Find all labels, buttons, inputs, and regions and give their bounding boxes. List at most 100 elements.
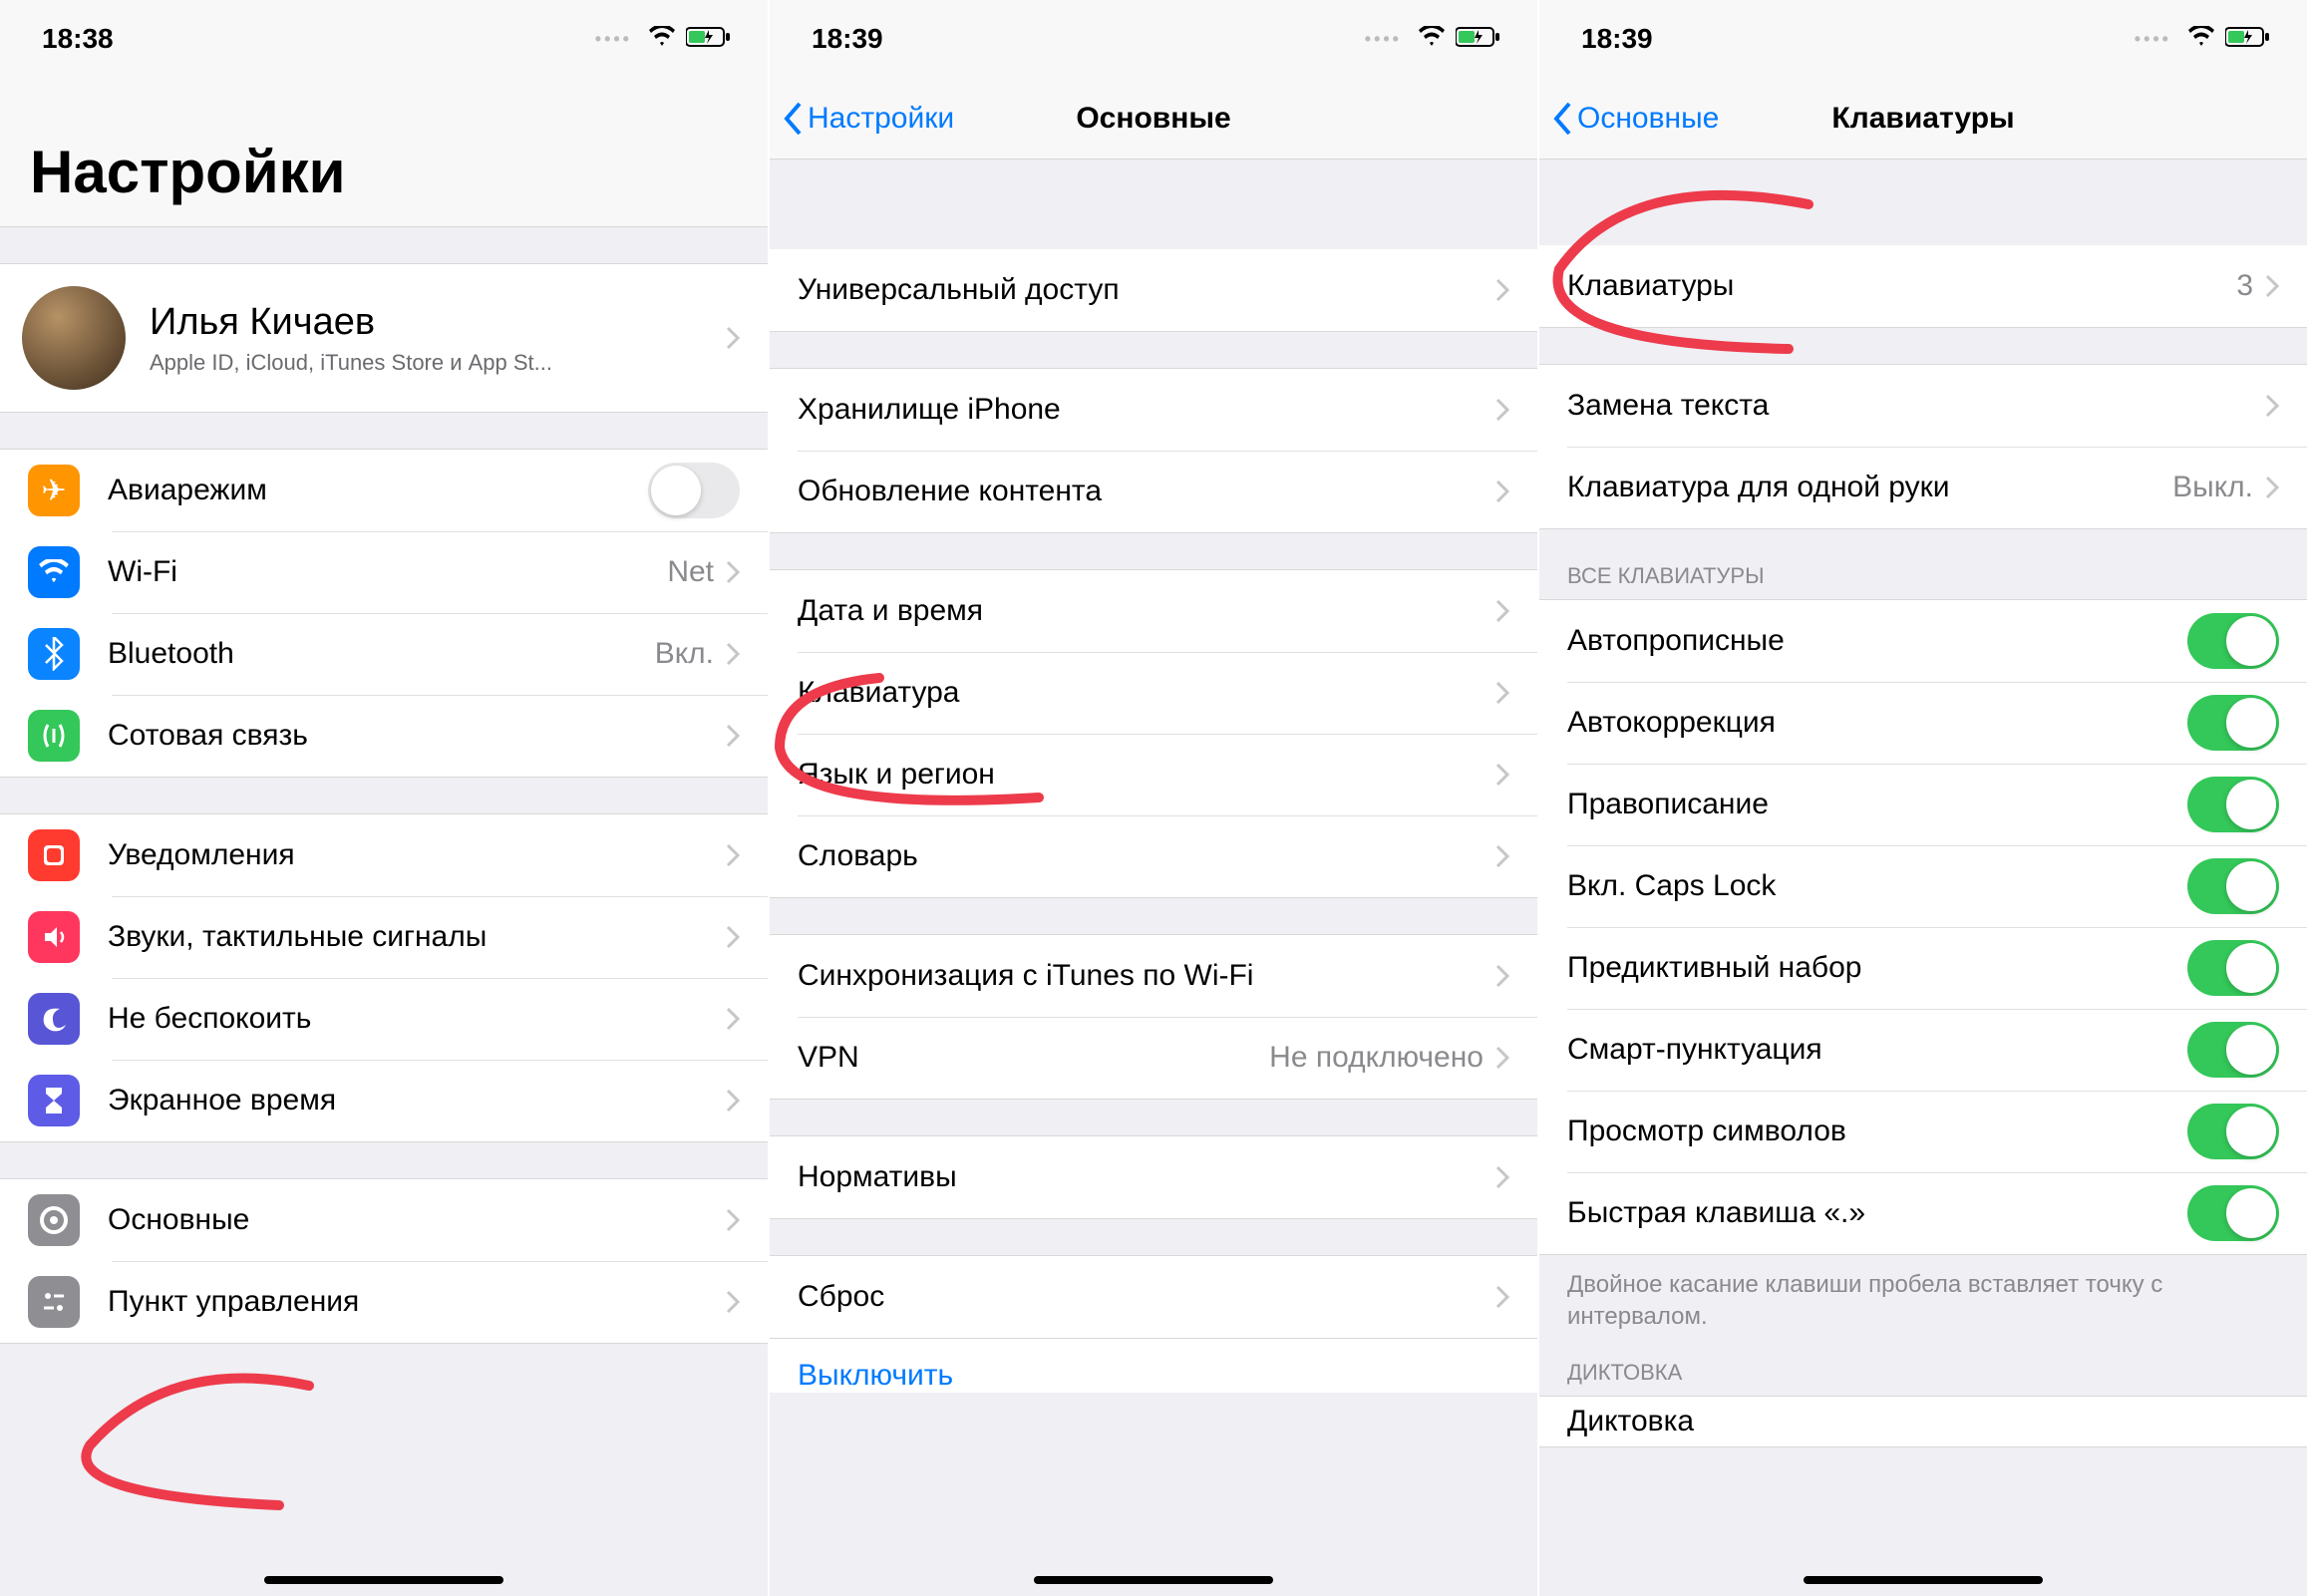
sliders-icon xyxy=(28,1276,80,1328)
chevron-right-icon xyxy=(726,326,740,350)
chevron-left-icon xyxy=(782,101,804,137)
chevron-right-icon xyxy=(1495,278,1509,302)
dictation-row[interactable]: Диктовка xyxy=(1539,1397,2307,1446)
status-time: 18:39 xyxy=(1581,23,1653,55)
battery-icon xyxy=(1456,23,1501,55)
shortcut-toggle[interactable] xyxy=(2187,1185,2279,1241)
general-row[interactable]: Основные xyxy=(0,1179,768,1261)
notifications-row[interactable]: Уведомления xyxy=(0,814,768,896)
background-refresh-row[interactable]: Обновление контента xyxy=(770,451,1537,532)
sounds-row[interactable]: Звуки, тактильные сигналы xyxy=(0,896,768,978)
spell-toggle[interactable] xyxy=(2187,777,2279,832)
chevron-right-icon xyxy=(726,560,740,584)
dnd-row[interactable]: Не беспокоить xyxy=(0,978,768,1060)
spell-row[interactable]: Правописание xyxy=(1539,764,2307,845)
chevron-right-icon xyxy=(726,843,740,867)
capslock-row[interactable]: Вкл. Caps Lock xyxy=(1539,845,2307,927)
screen-settings: 18:38 •••• Настройки Илья Кичаев Apple I… xyxy=(0,0,770,1596)
storage-row[interactable]: Хранилище iPhone xyxy=(770,369,1537,451)
cellular-dots-icon: •••• xyxy=(1365,29,1402,50)
chevron-right-icon xyxy=(1495,479,1509,503)
predictive-row[interactable]: Предиктивный набор xyxy=(1539,927,2307,1009)
nav-bar: Настройки Основные xyxy=(770,78,1537,160)
chevron-right-icon xyxy=(1495,1285,1509,1309)
screentime-row[interactable]: Экранное время xyxy=(0,1060,768,1141)
moon-icon xyxy=(28,993,80,1045)
keyboards-row[interactable]: Клавиатуры 3 xyxy=(1539,245,2307,327)
autocorrect-toggle[interactable] xyxy=(2187,695,2279,751)
all-keyboards-header: ВСЕ КЛАВИАТУРЫ xyxy=(1539,529,2307,599)
airplane-row[interactable]: ✈ Авиарежим xyxy=(0,450,768,531)
predictive-label: Предиктивный набор xyxy=(1567,951,2187,985)
spell-label: Правописание xyxy=(1567,788,2187,821)
shutdown-link[interactable]: Выключить xyxy=(770,1339,1537,1393)
bluetooth-row[interactable]: Bluetooth Вкл. xyxy=(0,613,768,695)
predictive-toggle[interactable] xyxy=(2187,940,2279,996)
autocorrect-row[interactable]: Автокоррекция xyxy=(1539,682,2307,764)
accessibility-label: Универсальный доступ xyxy=(798,273,1495,307)
cellular-icon xyxy=(28,710,80,762)
dictation-label: Диктовка xyxy=(1567,1405,2279,1438)
vpn-label: VPN xyxy=(798,1041,1269,1075)
keyboards-value: 3 xyxy=(2236,269,2253,303)
airplane-toggle[interactable] xyxy=(648,463,740,518)
keyboard-row[interactable]: Клавиатура xyxy=(770,652,1537,734)
screen-general: 18:39 •••• Настройки Основные Универсаль… xyxy=(770,0,1539,1596)
battery-icon xyxy=(2225,23,2271,55)
text-replace-label: Замена текста xyxy=(1567,389,2265,423)
home-indicator xyxy=(1034,1576,1273,1584)
status-bar: 18:38 •••• xyxy=(0,0,768,78)
vpn-value: Не подключено xyxy=(1269,1041,1484,1075)
shortcut-row[interactable]: Быстрая клавиша «.» xyxy=(1539,1172,2307,1254)
control-center-row[interactable]: Пункт управления xyxy=(0,1261,768,1343)
wifi-value: Net xyxy=(667,555,714,589)
annotation-general xyxy=(60,1366,359,1540)
general-label: Основные xyxy=(108,1203,726,1237)
cellular-dots-icon: •••• xyxy=(595,29,632,50)
cellular-row[interactable]: Сотовая связь xyxy=(0,695,768,777)
hourglass-icon xyxy=(28,1075,80,1126)
wifi-icon xyxy=(2187,23,2215,55)
status-bar: 18:39 •••• xyxy=(1539,0,2307,78)
notifications-label: Уведомления xyxy=(108,838,726,872)
text-replace-row[interactable]: Замена текста xyxy=(1539,365,2307,447)
profile-row[interactable]: Илья Кичаев Apple ID, iCloud, iTunes Sto… xyxy=(0,264,768,412)
preview-toggle[interactable] xyxy=(2187,1104,2279,1159)
autocap-row[interactable]: Автопрописные xyxy=(1539,600,2307,682)
accessibility-row[interactable]: Универсальный доступ xyxy=(770,249,1537,331)
chevron-right-icon xyxy=(726,1089,740,1113)
page-title: Настройки xyxy=(0,78,768,227)
wifi-row[interactable]: Wi-Fi Net xyxy=(0,531,768,613)
capslock-toggle[interactable] xyxy=(2187,858,2279,914)
chevron-right-icon xyxy=(726,724,740,748)
language-row[interactable]: Язык и регион xyxy=(770,734,1537,815)
smartpunct-toggle[interactable] xyxy=(2187,1022,2279,1078)
back-button[interactable]: Основные xyxy=(1551,101,1719,137)
status-time: 18:39 xyxy=(812,23,883,55)
itunes-wifi-row[interactable]: Синхронизация с iTunes по Wi-Fi xyxy=(770,935,1537,1017)
battery-icon xyxy=(686,23,732,55)
sounds-icon xyxy=(28,911,80,963)
smartpunct-label: Смарт-пунктуация xyxy=(1567,1033,2187,1067)
dictionary-row[interactable]: Словарь xyxy=(770,815,1537,897)
gear-icon xyxy=(28,1194,80,1246)
home-indicator xyxy=(1804,1576,2043,1584)
nav-bar: Основные Клавиатуры xyxy=(1539,78,2307,160)
reset-label: Сброс xyxy=(798,1280,1495,1314)
smartpunct-row[interactable]: Смарт-пунктуация xyxy=(1539,1009,2307,1091)
chevron-right-icon xyxy=(726,1007,740,1031)
back-button[interactable]: Настройки xyxy=(782,101,954,137)
datetime-row[interactable]: Дата и время xyxy=(770,570,1537,652)
preview-row[interactable]: Просмотр символов xyxy=(1539,1091,2307,1172)
onehand-row[interactable]: Клавиатура для одной руки Выкл. xyxy=(1539,447,2307,528)
regulatory-row[interactable]: Нормативы xyxy=(770,1136,1537,1218)
autocap-toggle[interactable] xyxy=(2187,613,2279,669)
vpn-row[interactable]: VPN Не подключено xyxy=(770,1017,1537,1099)
back-label: Настройки xyxy=(808,102,954,136)
datetime-label: Дата и время xyxy=(798,594,1495,628)
dnd-label: Не беспокоить xyxy=(108,1002,726,1036)
avatar xyxy=(22,286,126,390)
chevron-right-icon xyxy=(1495,398,1509,422)
reset-row[interactable]: Сброс xyxy=(770,1256,1537,1338)
status-time: 18:38 xyxy=(42,23,114,55)
